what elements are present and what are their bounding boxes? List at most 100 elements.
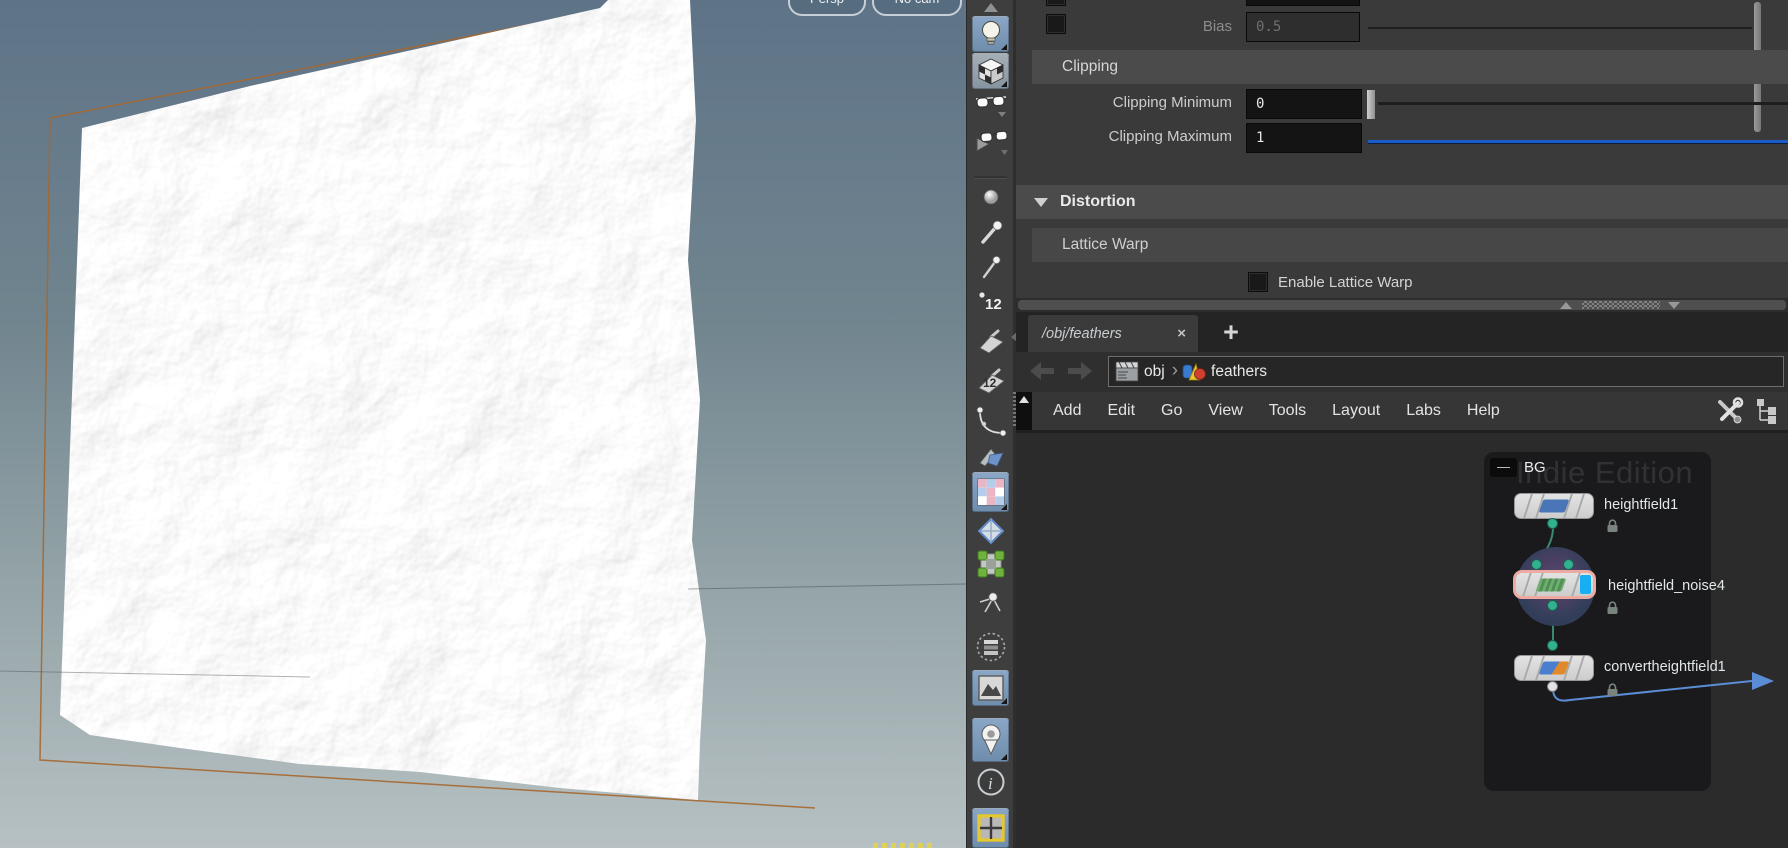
lattice-warp-subheader[interactable]: Lattice Warp	[1032, 228, 1788, 262]
node-heightfield-noise4-input-dot-2[interactable]	[1563, 559, 1574, 570]
cropped-checkbox[interactable]	[1046, 0, 1066, 6]
cropped-field[interactable]	[1246, 0, 1360, 6]
svg-text:i: i	[988, 774, 993, 793]
splitter-up-arrow-icon[interactable]	[1560, 302, 1572, 309]
clipping-max-label: Clipping Maximum	[1074, 128, 1232, 145]
uv-grid-icon[interactable]	[967, 548, 1014, 580]
node-convertheightfield1[interactable]	[1514, 655, 1594, 681]
flipbook-glasses-icon[interactable]	[967, 126, 1014, 158]
toolbar-scroll-up-icon[interactable]	[967, 3, 1014, 12]
bias-field[interactable]: 0.5	[1246, 12, 1360, 42]
node-heightfield1-output-dot[interactable]	[1547, 518, 1558, 529]
node-convertheightfield1-lock-icon	[1606, 683, 1619, 697]
handles-diamond-icon[interactable]	[967, 516, 1014, 546]
clipping-max-field[interactable]: 1	[1246, 123, 1362, 153]
trowel-12-icon[interactable]: 12	[967, 366, 1014, 398]
path-segment-feathers[interactable]: feathers	[1211, 363, 1267, 381]
node-convertheightfield1-output-dot[interactable]	[1547, 681, 1558, 692]
terrain-render	[0, 0, 966, 848]
param-bottom-splitter[interactable]	[1016, 298, 1788, 312]
view-glasses-icon[interactable]	[967, 92, 1014, 118]
distortion-header-label: Distortion	[1060, 193, 1136, 211]
grid-line-right	[688, 584, 966, 589]
shading-cube-icon[interactable]	[967, 53, 1014, 89]
node-heightfield-noise4-input-dot-1[interactable]	[1531, 559, 1542, 570]
network-box-collapse-button[interactable]: —	[1490, 458, 1517, 477]
info-icon[interactable]: i	[967, 766, 1014, 798]
persp-camera-button[interactable]: Persp	[788, 0, 866, 16]
clipping-max-slider[interactable]	[1368, 140, 1788, 143]
collapse-arrow-icon	[1034, 198, 1048, 207]
points-sphere-icon[interactable]	[967, 186, 1014, 208]
brush-icon[interactable]	[967, 218, 1014, 246]
clipping-min-slider-handle[interactable]	[1366, 89, 1376, 120]
heightfield-terrain	[60, 0, 706, 800]
tab-obj-feathers[interactable]: /obj/feathers ×	[1028, 315, 1198, 352]
clipping-min-slider[interactable]	[1378, 102, 1788, 105]
wire-prong-icon[interactable]	[967, 588, 1014, 616]
clipping-header-label: Clipping	[1062, 58, 1118, 76]
node-heightfield-noise4-lock-icon	[1606, 601, 1619, 615]
tools-wrench-icon[interactable]	[1714, 396, 1744, 426]
back-arrow-icon[interactable]	[1028, 360, 1056, 382]
menu-layout[interactable]: Layout	[1319, 402, 1393, 420]
geo-node-icon	[1181, 360, 1207, 384]
location-pin-icon[interactable]	[967, 718, 1014, 762]
layers-circle-icon[interactable]	[967, 630, 1014, 664]
snapshot-image-icon[interactable]	[967, 670, 1014, 706]
enable-lattice-warp-checkbox[interactable]	[1248, 272, 1268, 292]
clipping-section-header[interactable]: Clipping	[1032, 50, 1788, 84]
menu-tools[interactable]: Tools	[1256, 402, 1319, 420]
bias-enable-checkbox[interactable]	[1046, 14, 1066, 34]
lattice-warp-label: Lattice Warp	[1062, 236, 1148, 254]
pin-curve-icon[interactable]	[967, 404, 1014, 440]
network-canvas[interactable]: Indie Edition — BG heightfield1	[1016, 433, 1788, 848]
clipping-min-field[interactable]: 0	[1246, 89, 1362, 119]
node-tree-icon[interactable]	[1754, 396, 1780, 426]
font-size-12-icon[interactable]: 12	[967, 288, 1014, 314]
menu-view[interactable]: View	[1195, 402, 1255, 420]
bias-label: Bias	[1074, 18, 1232, 35]
node-heightfield-noise4-label: heightfield_noise4	[1608, 578, 1725, 594]
distortion-section-header[interactable]: Distortion	[1016, 185, 1788, 219]
tab-close-icon[interactable]: ×	[1177, 325, 1186, 342]
fan-plane-icon[interactable]	[967, 444, 1014, 470]
enable-lattice-warp-label: Enable Lattice Warp	[1278, 274, 1413, 291]
trowel-icon[interactable]	[967, 328, 1014, 358]
houdini-window: Persp No cam	[0, 0, 1788, 848]
network-box-label: BG	[1524, 459, 1546, 476]
menu-edit[interactable]: Edit	[1094, 402, 1148, 420]
forward-arrow-icon[interactable]	[1066, 360, 1094, 382]
menu-scroll-stub[interactable]	[1016, 392, 1032, 430]
menu-help[interactable]: Help	[1454, 402, 1513, 420]
lighting-bulb-icon[interactable]	[967, 16, 1014, 52]
node-bypass-chip[interactable]	[1580, 575, 1591, 594]
menu-go[interactable]: Go	[1148, 402, 1195, 420]
viewport-layout-grid-icon[interactable]	[967, 808, 1014, 848]
new-tab-button[interactable]: +	[1214, 314, 1248, 350]
network-path-widget[interactable]: obj › feathers	[1108, 356, 1784, 387]
obj-context-icon	[1114, 360, 1140, 384]
path-segment-obj[interactable]: obj	[1144, 363, 1165, 381]
node-heightfield-noise4[interactable]	[1513, 570, 1596, 599]
viewport-overlay-text-cropped	[873, 843, 935, 848]
menu-labs[interactable]: Labs	[1393, 402, 1454, 420]
node-heightfield-noise4-output-dot[interactable]	[1547, 600, 1558, 611]
menu-add[interactable]: Add	[1040, 402, 1094, 420]
splitter-grip-dots[interactable]	[1582, 301, 1660, 309]
node-convertheightfield1-label: convertheightfield1	[1604, 659, 1726, 675]
bias-slider[interactable]	[1368, 27, 1752, 29]
scene-viewport[interactable]: Persp No cam	[0, 0, 966, 848]
node-heightfield1-lock-icon	[1606, 519, 1619, 533]
parameter-pane: Bias 0.5 Clipping Clipping Minimum 0 Cli…	[1016, 0, 1788, 312]
splitter-down-arrow-icon[interactable]	[1668, 302, 1680, 309]
no-cam-button[interactable]: No cam	[872, 0, 962, 16]
node-convertheightfield1-input-dot[interactable]	[1547, 640, 1558, 651]
screen-marker-icon[interactable]	[967, 252, 1014, 280]
svg-text:12: 12	[985, 296, 1002, 313]
visualizer-checker-icon[interactable]	[967, 472, 1014, 512]
network-editor-pane: /obj/feathers × +	[1016, 312, 1788, 848]
node-heightfield1[interactable]	[1514, 493, 1594, 519]
path-separator-icon: ›	[1172, 360, 1178, 382]
clipping-min-label: Clipping Minimum	[1074, 94, 1232, 111]
